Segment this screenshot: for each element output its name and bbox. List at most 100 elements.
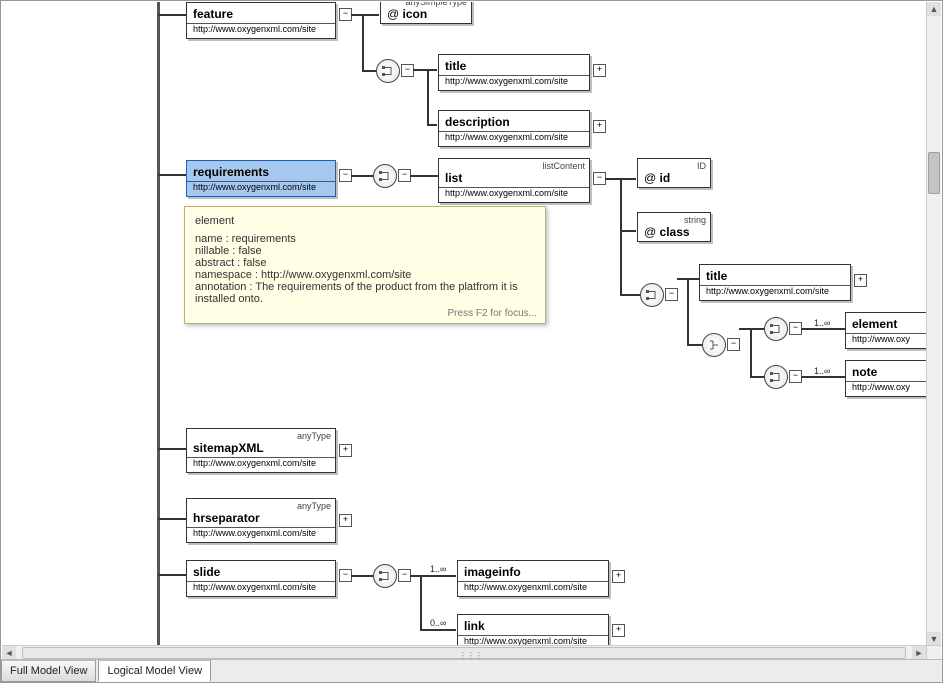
connector bbox=[750, 328, 764, 330]
node-hrseparator[interactable]: anyType hrseparator http://www.oxygenxml… bbox=[186, 498, 336, 543]
node-type: listContent bbox=[542, 161, 585, 171]
cardinality-label: 0..∞ bbox=[430, 618, 446, 628]
node-namespace: http://www.oxygenxml.com/site bbox=[187, 181, 335, 196]
connector bbox=[351, 175, 373, 177]
connector bbox=[362, 70, 376, 72]
view-tabs: Full Model View Logical Model View bbox=[1, 659, 942, 682]
tree-trunk bbox=[157, 2, 160, 646]
sequence-compositor-icon[interactable] bbox=[376, 59, 400, 83]
collapse-toggle[interactable]: − bbox=[665, 288, 678, 301]
expand-toggle[interactable]: + bbox=[854, 274, 867, 287]
cardinality-label: 1..∞ bbox=[430, 564, 446, 574]
connector bbox=[158, 14, 186, 16]
node-requirements[interactable]: requirements http://www.oxygenxml.com/si… bbox=[186, 160, 336, 197]
sequence-compositor-icon[interactable] bbox=[640, 283, 664, 307]
connector bbox=[687, 278, 689, 346]
node-description[interactable]: description http://www.oxygenxml.com/sit… bbox=[438, 110, 590, 147]
connector bbox=[687, 278, 699, 280]
node-namespace: http://www.oxygenxml.com/site bbox=[458, 581, 608, 596]
node-label: link bbox=[458, 615, 608, 635]
sequence-compositor-icon[interactable] bbox=[764, 365, 788, 389]
node-type: ID bbox=[697, 161, 706, 171]
expand-toggle[interactable]: + bbox=[593, 120, 606, 133]
connector bbox=[158, 574, 186, 576]
connector bbox=[801, 376, 845, 378]
cardinality-label: 1..∞ bbox=[814, 366, 830, 376]
tab-logical-model-view[interactable]: Logical Model View bbox=[98, 660, 211, 682]
node-sitemapxml[interactable]: anyType sitemapXML http://www.oxygenxml.… bbox=[186, 428, 336, 473]
node-icon-attr[interactable]: anySimpleType icon bbox=[380, 2, 472, 24]
node-title[interactable]: title http://www.oxygenxml.com/site bbox=[438, 54, 590, 91]
node-element[interactable]: element http://www.oxy bbox=[845, 312, 926, 349]
tab-full-model-view[interactable]: Full Model View bbox=[1, 660, 96, 682]
connector bbox=[351, 575, 373, 577]
node-namespace: http://www.oxygenxml.com/site bbox=[439, 131, 589, 146]
node-namespace: http://www.oxygenxml.com/site bbox=[439, 187, 589, 202]
schema-editor-window: feature http://www.oxygenxml.com/site − … bbox=[0, 0, 943, 683]
scroll-left-arrow-icon[interactable]: ◄ bbox=[2, 646, 16, 660]
node-slide[interactable]: slide http://www.oxygenxml.com/site bbox=[186, 560, 336, 597]
node-label: title bbox=[700, 265, 850, 285]
scrollbar-corner bbox=[926, 645, 941, 660]
horizontal-scrollbar[interactable]: ◄ ⋮⋮⋮ ► bbox=[2, 645, 926, 660]
expand-toggle[interactable]: + bbox=[339, 444, 352, 457]
scroll-down-arrow-icon[interactable]: ▼ bbox=[927, 632, 941, 646]
expand-toggle[interactable]: + bbox=[612, 570, 625, 583]
node-id-attr[interactable]: ID id bbox=[637, 158, 711, 188]
cardinality-label: 1..∞ bbox=[814, 318, 830, 328]
node-label: feature bbox=[187, 3, 335, 23]
node-namespace: http://www.oxygenxml.com/site bbox=[700, 285, 850, 300]
connector bbox=[620, 294, 640, 296]
connector bbox=[158, 448, 186, 450]
scroll-right-arrow-icon[interactable]: ► bbox=[912, 646, 926, 660]
choice-compositor-icon[interactable] bbox=[702, 333, 726, 357]
node-link[interactable]: link http://www.oxygenxml.com/site bbox=[457, 614, 609, 646]
node-note[interactable]: note http://www.oxy bbox=[845, 360, 926, 397]
connector bbox=[620, 230, 636, 232]
connector bbox=[362, 14, 364, 70]
node-class-attr[interactable]: string class bbox=[637, 212, 711, 242]
node-namespace: http://www.oxygenxml.com/site bbox=[439, 75, 589, 90]
connector bbox=[420, 575, 456, 577]
scroll-up-arrow-icon[interactable]: ▲ bbox=[927, 2, 941, 16]
scrollbar-thumb[interactable]: ⋮⋮⋮ bbox=[22, 647, 906, 659]
node-label: note bbox=[846, 361, 926, 381]
connector bbox=[427, 69, 437, 71]
scrollbar-thumb[interactable] bbox=[928, 152, 940, 194]
sequence-compositor-icon[interactable] bbox=[764, 317, 788, 341]
node-namespace: http://www.oxygenxml.com/site bbox=[187, 457, 335, 472]
tooltip-heading: element bbox=[195, 215, 535, 227]
node-title-2[interactable]: title http://www.oxygenxml.com/site bbox=[699, 264, 851, 301]
sequence-compositor-icon[interactable] bbox=[373, 164, 397, 188]
connector bbox=[420, 575, 422, 629]
connector bbox=[620, 178, 636, 180]
diagram-canvas[interactable]: feature http://www.oxygenxml.com/site − … bbox=[2, 2, 926, 646]
connector bbox=[410, 175, 438, 177]
vertical-scrollbar[interactable]: ▲ ▼ bbox=[926, 2, 941, 646]
node-feature[interactable]: feature http://www.oxygenxml.com/site bbox=[186, 2, 336, 39]
sequence-compositor-icon[interactable] bbox=[373, 564, 397, 588]
tooltip-line: namespace : http://www.oxygenxml.com/sit… bbox=[195, 269, 535, 281]
connector bbox=[158, 518, 186, 520]
node-list[interactable]: listContent list http://www.oxygenxml.co… bbox=[438, 158, 590, 203]
node-namespace: http://www.oxygenxml.com/site bbox=[187, 23, 335, 38]
expand-toggle[interactable]: + bbox=[593, 64, 606, 77]
node-namespace: http://www.oxy bbox=[846, 381, 926, 396]
connector bbox=[351, 14, 379, 16]
node-type: anyType bbox=[297, 431, 331, 441]
element-tooltip: element name : requirements nillable : f… bbox=[184, 206, 546, 324]
node-label: slide bbox=[187, 561, 335, 581]
expand-toggle[interactable]: + bbox=[612, 624, 625, 637]
node-type: anySimpleType bbox=[405, 2, 467, 7]
tooltip-footer: Press F2 for focus... bbox=[448, 308, 537, 319]
connector bbox=[750, 328, 752, 378]
collapse-toggle[interactable]: − bbox=[727, 338, 740, 351]
node-imageinfo[interactable]: imageinfo http://www.oxygenxml.com/site bbox=[457, 560, 609, 597]
connector bbox=[420, 629, 456, 631]
node-namespace: http://www.oxygenxml.com/site bbox=[187, 581, 335, 596]
node-type: anyType bbox=[297, 501, 331, 511]
connector bbox=[687, 344, 703, 346]
connector bbox=[750, 376, 764, 378]
expand-toggle[interactable]: + bbox=[339, 514, 352, 527]
connector bbox=[801, 328, 845, 330]
